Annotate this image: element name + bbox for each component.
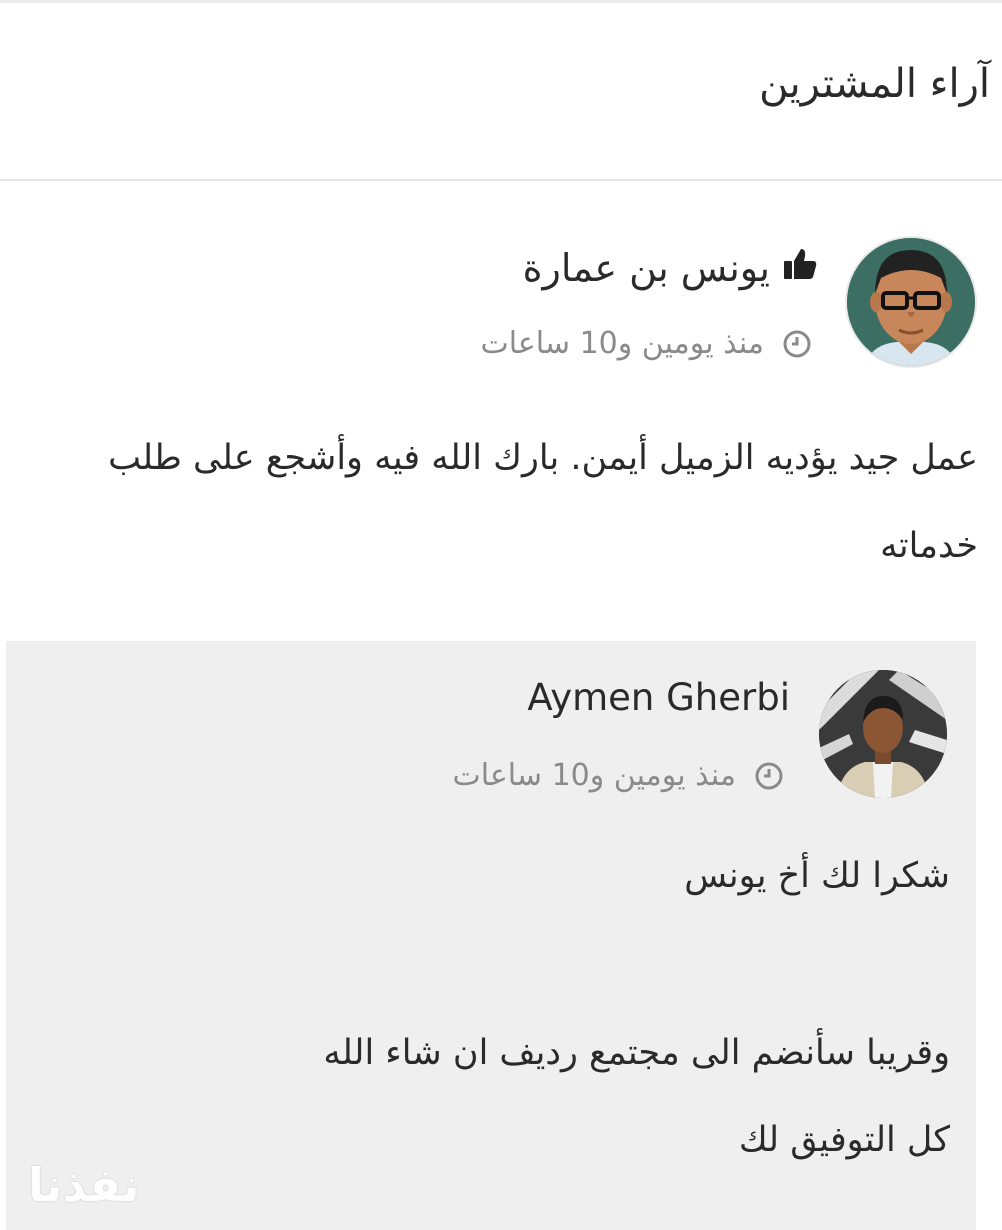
review-timestamp: منذ يومين و10 ساعات — [480, 326, 812, 361]
reply-time-ago: منذ يومين و10 ساعات — [452, 758, 736, 793]
reply-author-avatar[interactable] — [819, 670, 947, 798]
section-title: آراء المشترين — [759, 61, 990, 107]
clock-icon — [755, 762, 783, 789]
reviewer-avatar[interactable] — [847, 238, 975, 366]
reviewer-avatar-illustration — [847, 238, 975, 366]
reviewer-name[interactable]: يونس بن عمارة — [523, 246, 770, 290]
reviewer-name-row: يونس بن عمارة — [523, 246, 818, 290]
reply-text-line: وقريبا سأنضم الى مجتمع رديف ان شاء الله — [323, 1033, 950, 1073]
review-time-ago: منذ يومين و10 ساعات — [480, 326, 764, 361]
review-text: عمل جيد يؤديه الزميل أيمن. بارك الله فيه… — [108, 438, 978, 566]
reply-author-photo — [819, 670, 947, 798]
thumbs-up-icon — [782, 246, 818, 290]
clock-icon — [783, 330, 811, 357]
reply-text-line: كل التوفيق لك — [738, 1120, 950, 1160]
reply-text-line: شكرا لك أخ يونس — [684, 856, 950, 896]
site-watermark-logo: نفذنا — [28, 1158, 140, 1212]
reviews-header: آراء المشترين — [0, 3, 1002, 181]
reply-timestamp: منذ يومين و10 ساعات — [452, 758, 784, 793]
reply-author-name[interactable]: Aymen Gherbi — [527, 676, 790, 719]
